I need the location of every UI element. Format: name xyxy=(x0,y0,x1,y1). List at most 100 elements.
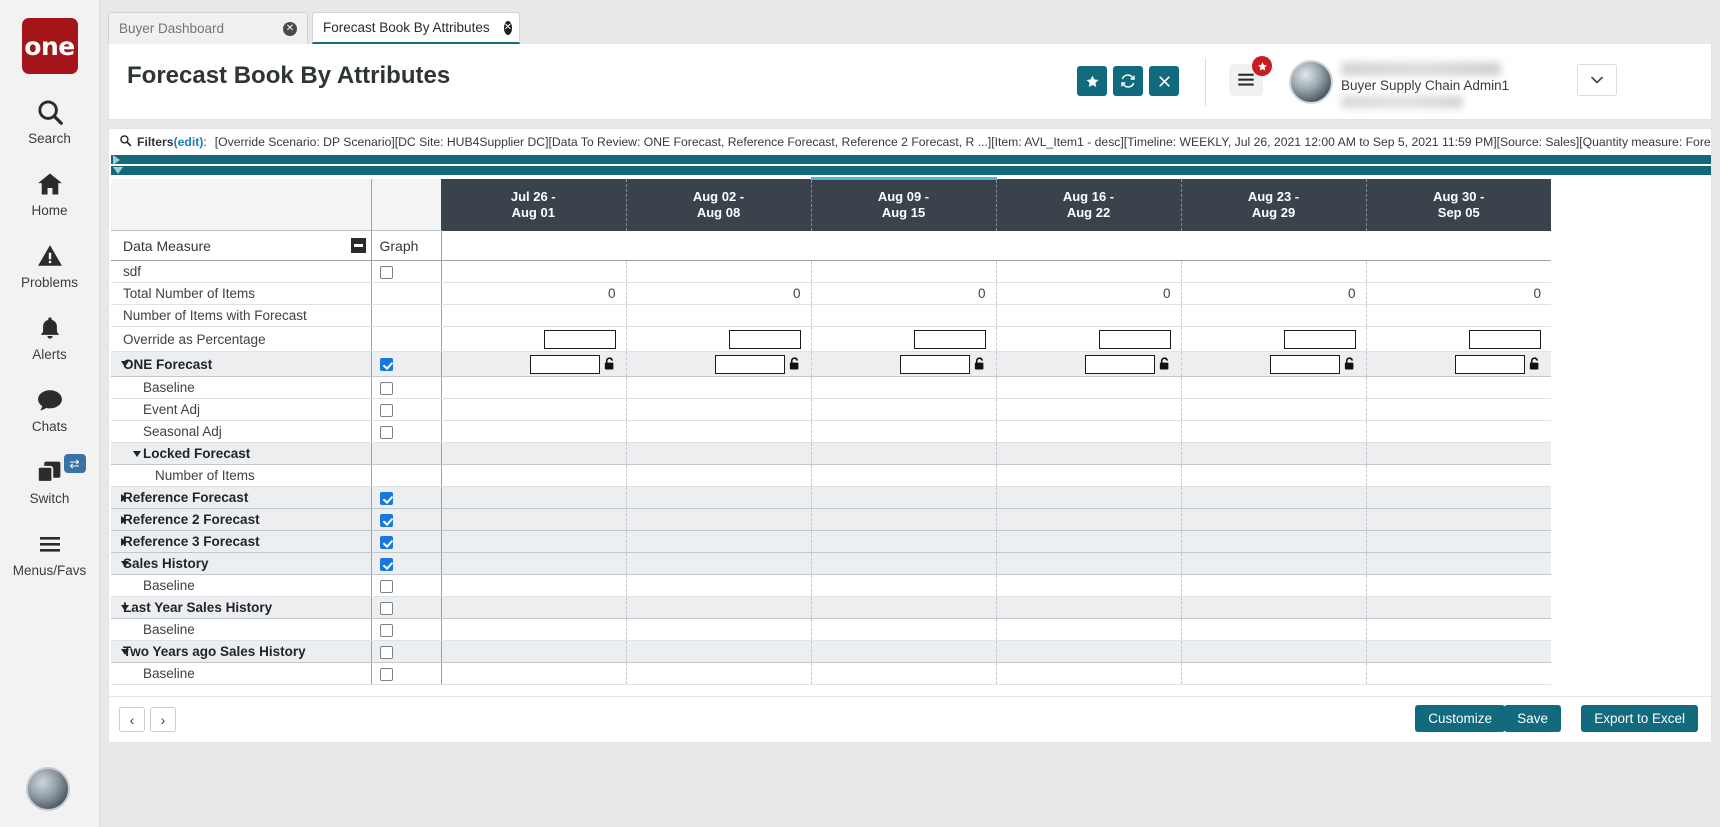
value-cell[interactable] xyxy=(441,574,627,597)
unlock-icon[interactable] xyxy=(973,357,986,371)
value-cell[interactable] xyxy=(996,618,1182,641)
period-header-1[interactable]: Aug 02 - Aug 08 xyxy=(626,178,812,231)
value-cell[interactable] xyxy=(996,351,1182,377)
value-cell[interactable] xyxy=(441,486,627,509)
period-header-2[interactable]: Aug 09 - Aug 15 xyxy=(811,177,997,231)
value-cell[interactable] xyxy=(1181,662,1367,685)
table-row[interactable]: sdf xyxy=(111,260,1551,283)
value-cell[interactable] xyxy=(441,508,627,531)
prev-page-button[interactable]: ‹ xyxy=(119,707,145,732)
value-cell[interactable] xyxy=(811,508,997,531)
period-header-3[interactable]: Aug 16 - Aug 22 xyxy=(996,178,1182,231)
forecast-override-input[interactable] xyxy=(1455,354,1525,374)
value-cell[interactable] xyxy=(1366,376,1551,399)
value-cell[interactable] xyxy=(1181,464,1367,487)
chevron-right-icon[interactable] xyxy=(113,155,120,165)
value-cell[interactable] xyxy=(626,420,812,443)
value-cell[interactable] xyxy=(441,304,627,327)
value-cell[interactable] xyxy=(441,351,627,377)
tab-close-icon[interactable]: ✕ xyxy=(503,20,512,35)
sidebar-item-chats[interactable]: Chats xyxy=(0,384,100,434)
chevron-down-icon[interactable] xyxy=(121,604,129,611)
splitter-bar-bottom[interactable] xyxy=(111,166,1711,175)
value-cell[interactable] xyxy=(1181,530,1367,553)
value-cell[interactable] xyxy=(996,376,1182,399)
value-cell[interactable] xyxy=(626,464,812,487)
value-cell[interactable] xyxy=(996,304,1182,327)
splitter-bar-top[interactable] xyxy=(111,155,1711,164)
table-row[interactable]: Seasonal Adj xyxy=(111,420,1551,443)
value-cell[interactable] xyxy=(626,398,812,421)
value-cell[interactable] xyxy=(626,326,812,352)
forecast-override-input[interactable] xyxy=(1084,354,1155,374)
table-row[interactable]: Sales History xyxy=(111,552,1551,575)
value-cell[interactable] xyxy=(1181,376,1367,399)
sidebar-item-switch[interactable]: ⇄ Switch xyxy=(0,454,100,506)
value-cell[interactable] xyxy=(1181,486,1367,509)
override-percentage-input[interactable] xyxy=(543,329,616,349)
value-cell[interactable] xyxy=(996,640,1182,663)
tab-buyer-dashboard[interactable]: Buyer Dashboard ✕ xyxy=(108,12,308,44)
value-cell[interactable] xyxy=(811,596,997,619)
value-cell[interactable] xyxy=(1366,304,1551,327)
value-cell[interactable] xyxy=(996,596,1182,619)
value-cell[interactable] xyxy=(1366,618,1551,641)
close-button[interactable] xyxy=(1149,66,1179,96)
avatar[interactable] xyxy=(1289,60,1333,104)
table-row[interactable]: Reference 3 Forecast xyxy=(111,530,1551,553)
table-row[interactable]: Last Year Sales History xyxy=(111,596,1551,619)
value-cell[interactable] xyxy=(1181,398,1367,421)
value-cell[interactable] xyxy=(441,530,627,553)
value-cell[interactable] xyxy=(1181,552,1367,575)
chevron-down-icon[interactable] xyxy=(133,450,141,457)
value-cell[interactable] xyxy=(626,530,812,553)
value-cell[interactable] xyxy=(441,420,627,443)
value-cell[interactable] xyxy=(1366,662,1551,685)
graph-checkbox[interactable] xyxy=(379,557,393,571)
value-cell[interactable] xyxy=(1366,442,1551,465)
rail-avatar[interactable] xyxy=(26,767,70,811)
value-cell[interactable] xyxy=(441,618,627,641)
forecast-override-input[interactable] xyxy=(529,354,600,374)
value-cell[interactable] xyxy=(1181,596,1367,619)
unlock-icon[interactable] xyxy=(788,357,801,371)
value-cell[interactable] xyxy=(626,376,812,399)
value-cell[interactable] xyxy=(441,376,627,399)
table-row[interactable]: Baseline xyxy=(111,662,1551,685)
value-cell[interactable] xyxy=(996,260,1182,283)
value-cell[interactable] xyxy=(1181,351,1367,377)
value-cell[interactable] xyxy=(1181,508,1367,531)
value-cell[interactable] xyxy=(626,508,812,531)
one-logo[interactable]: one xyxy=(21,18,78,74)
value-cell[interactable] xyxy=(441,640,627,663)
unlock-icon[interactable] xyxy=(1343,357,1356,371)
value-cell[interactable] xyxy=(626,304,812,327)
value-cell[interactable] xyxy=(996,420,1182,443)
override-percentage-input[interactable] xyxy=(728,329,801,349)
value-cell[interactable]: 0 xyxy=(996,282,1182,305)
forecast-override-input[interactable] xyxy=(899,354,970,374)
table-row[interactable]: Override as Percentage xyxy=(111,326,1551,352)
table-row[interactable]: Reference Forecast xyxy=(111,486,1551,509)
override-percentage-input[interactable] xyxy=(1098,329,1171,349)
value-cell[interactable] xyxy=(811,442,997,465)
period-header-4[interactable]: Aug 23 - Aug 29 xyxy=(1181,178,1367,231)
value-cell[interactable] xyxy=(811,618,997,641)
table-row[interactable]: Number of Items with Forecast xyxy=(111,304,1551,327)
value-cell[interactable] xyxy=(1366,530,1551,553)
value-cell[interactable] xyxy=(1181,574,1367,597)
chevron-down-icon[interactable] xyxy=(121,361,129,367)
value-cell[interactable] xyxy=(626,552,812,575)
chevron-right-icon[interactable] xyxy=(121,515,127,524)
sidebar-item-home[interactable]: Home xyxy=(0,168,100,218)
value-cell[interactable] xyxy=(996,486,1182,509)
value-cell[interactable] xyxy=(626,618,812,641)
value-cell[interactable] xyxy=(811,552,997,575)
value-cell[interactable] xyxy=(996,464,1182,487)
value-cell[interactable]: 0 xyxy=(811,282,997,305)
value-cell[interactable] xyxy=(1366,420,1551,443)
value-cell[interactable] xyxy=(626,442,812,465)
value-cell[interactable]: 0 xyxy=(626,282,812,305)
value-cell[interactable] xyxy=(441,596,627,619)
graph-checkbox[interactable] xyxy=(379,601,393,615)
